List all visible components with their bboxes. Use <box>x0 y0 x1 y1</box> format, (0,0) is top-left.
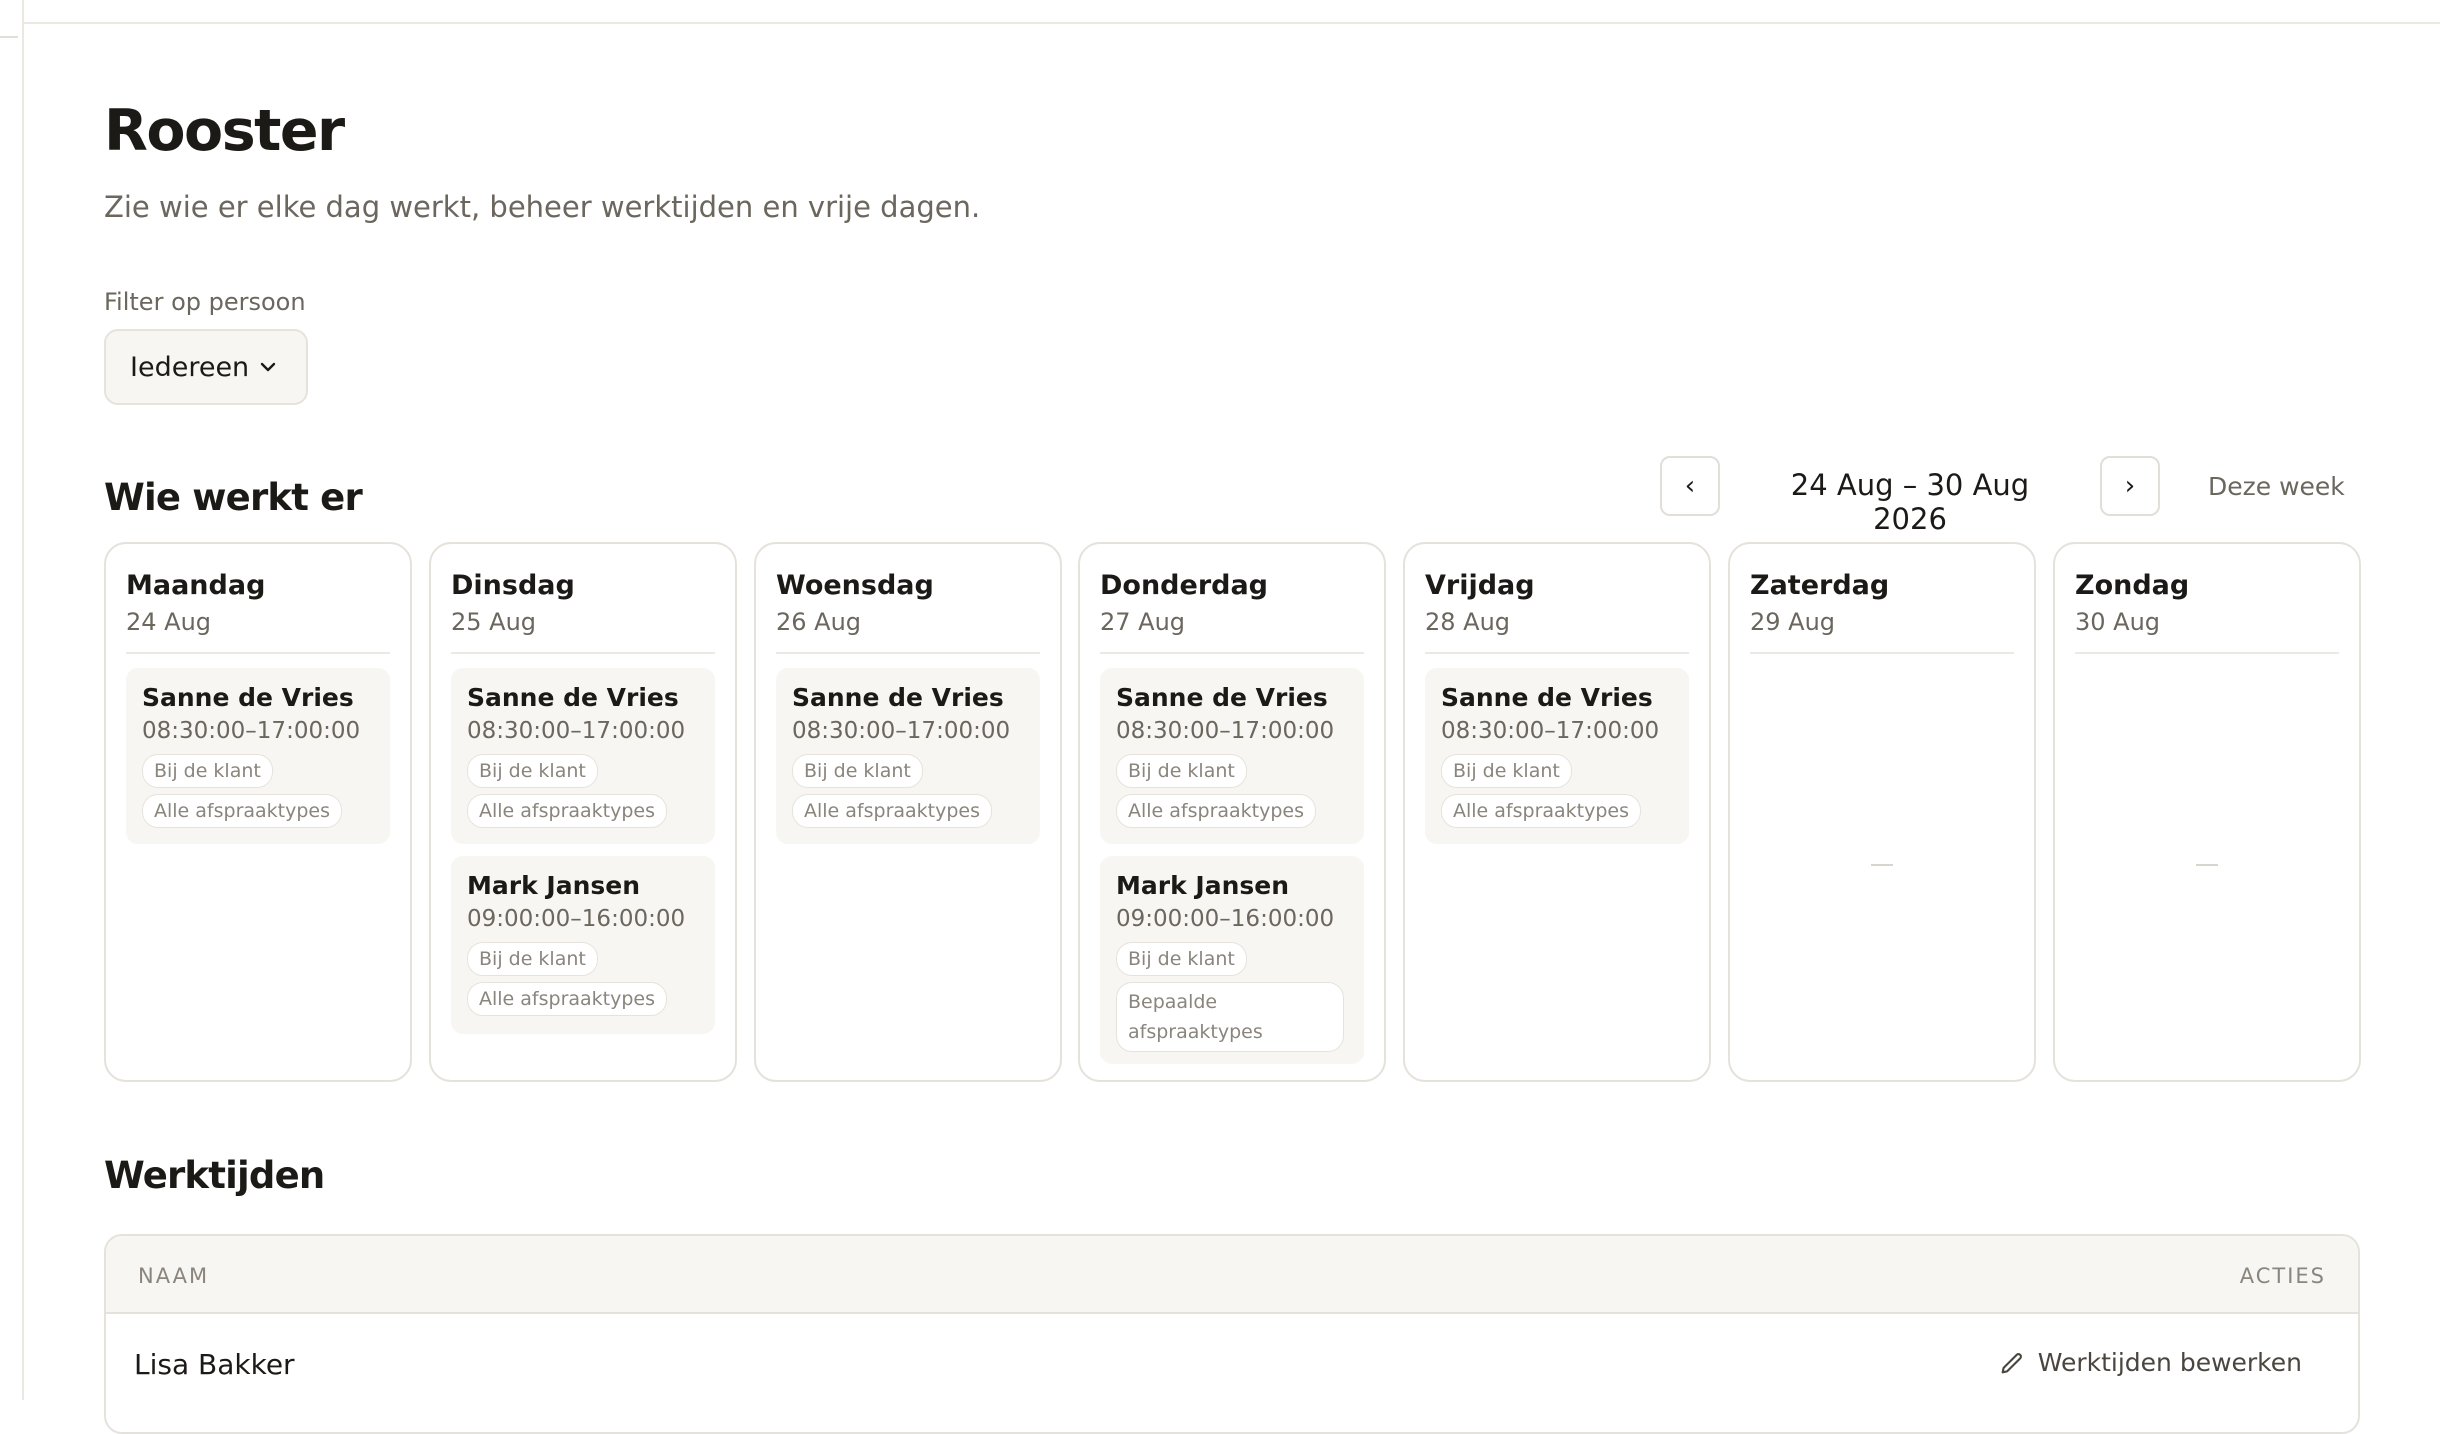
rail-notch <box>0 36 18 38</box>
shift-time: 09:00:00–16:00:00 <box>1116 906 1335 932</box>
left-rail <box>0 0 24 1400</box>
shift-person: Sanne de Vries <box>1441 683 1653 712</box>
shift-time: 08:30:00–17:00:00 <box>1116 718 1335 744</box>
working-hours-title: Werktijden <box>104 1154 325 1197</box>
day-name: Vrijdag <box>1425 570 1535 601</box>
person-name: Lisa Bakker <box>134 1348 295 1381</box>
day-card-wednesday: Woensdag 26 Aug Sanne de Vries 08:30:00–… <box>754 542 1062 1082</box>
day-divider <box>1750 652 2014 654</box>
person-filter-select[interactable]: Iedereen <box>104 329 308 405</box>
location-badge: Bij de klant <box>1441 754 1572 788</box>
day-name: Woensdag <box>776 570 934 601</box>
location-badge: Bij de klant <box>467 754 598 788</box>
table-header: NAAM ACTIES <box>106 1236 2358 1314</box>
shift-time: 08:30:00–17:00:00 <box>142 718 361 744</box>
shift-card[interactable]: Mark Jansen 09:00:00–16:00:00 Bij de kla… <box>1100 856 1364 1064</box>
edit-working-hours-button[interactable]: Werktijden bewerken <box>1998 1348 2302 1377</box>
day-divider <box>2075 652 2339 654</box>
shift-time: 09:00:00–16:00:00 <box>467 906 686 932</box>
location-badge: Bij de klant <box>1116 754 1247 788</box>
shift-card[interactable]: Mark Jansen 09:00:00–16:00:00 Bij de kla… <box>451 856 715 1034</box>
day-card-tuesday: Dinsdag 25 Aug Sanne de Vries 08:30:00–1… <box>429 542 737 1082</box>
day-date: 29 Aug <box>1750 608 1836 636</box>
shift-person: Sanne de Vries <box>792 683 1004 712</box>
day-date: 24 Aug <box>126 608 212 636</box>
day-card-saturday: Zaterdag 29 Aug <box>1728 542 2036 1082</box>
day-name: Maandag <box>126 570 266 601</box>
filter-label: Filter op persoon <box>104 288 306 316</box>
appointment-types-badge: Alle afspraaktypes <box>1441 794 1642 828</box>
working-hours-table: NAAM ACTIES Lisa Bakker Werktijden bewer… <box>104 1234 2360 1434</box>
appointment-types-badge: Alle afspraaktypes <box>792 794 993 828</box>
day-date: 28 Aug <box>1425 608 1511 636</box>
location-badge: Bij de klant <box>1116 942 1247 976</box>
location-badge: Bij de klant <box>142 754 273 788</box>
day-card-friday: Vrijdag 28 Aug Sanne de Vries 08:30:00–1… <box>1403 542 1711 1082</box>
location-badge: Bij de klant <box>467 942 598 976</box>
day-divider <box>1425 652 1689 654</box>
appointment-types-badge: Alle afspraaktypes <box>1116 794 1317 828</box>
shift-person: Mark Jansen <box>467 871 641 900</box>
day-date: 25 Aug <box>451 608 537 636</box>
location-badge: Bij de klant <box>792 754 923 788</box>
top-bar <box>0 0 2440 24</box>
day-name: Zondag <box>2075 570 2190 601</box>
day-date: 30 Aug <box>2075 608 2161 636</box>
shift-card[interactable]: Sanne de Vries 08:30:00–17:00:00 Bij de … <box>776 668 1040 844</box>
day-divider <box>126 652 390 654</box>
shift-person: Sanne de Vries <box>467 683 679 712</box>
shift-card[interactable]: Sanne de Vries 08:30:00–17:00:00 Bij de … <box>1425 668 1689 844</box>
day-name: Dinsdag <box>451 570 575 601</box>
page-subtitle: Zie wie er elke dag werkt, beheer werkti… <box>104 190 981 224</box>
shift-card[interactable]: Sanne de Vries 08:30:00–17:00:00 Bij de … <box>126 668 390 844</box>
schedule-section-title: Wie werkt er <box>104 476 363 519</box>
shift-person: Sanne de Vries <box>1116 683 1328 712</box>
appointment-types-badge: Bepaalde afspraaktypes <box>1116 982 1344 1052</box>
day-date: 27 Aug <box>1100 608 1186 636</box>
previous-week-button[interactable]: ‹ <box>1660 456 1720 516</box>
chevron-down-icon <box>260 362 276 372</box>
shift-person: Sanne de Vries <box>142 683 354 712</box>
column-header-actions: ACTIES <box>2239 1264 2326 1288</box>
week-range-label: 24 Aug – 30 Aug 2026 <box>1790 468 2030 536</box>
shift-time: 08:30:00–17:00:00 <box>467 718 686 744</box>
empty-day-dash <box>1871 864 1893 866</box>
day-card-thursday: Donderdag 27 Aug Sanne de Vries 08:30:00… <box>1078 542 1386 1082</box>
pencil-icon <box>2001 1352 2022 1373</box>
main-content: Rooster Zie wie er elke dag werkt, behee… <box>104 24 2361 1434</box>
shift-time: 08:30:00–17:00:00 <box>1441 718 1660 744</box>
day-divider <box>776 652 1040 654</box>
day-card-sunday: Zondag 30 Aug <box>2053 542 2361 1082</box>
day-name: Zaterdag <box>1750 570 1890 601</box>
shift-person: Mark Jansen <box>1116 871 1290 900</box>
appointment-types-badge: Alle afspraaktypes <box>467 982 668 1016</box>
day-divider <box>451 652 715 654</box>
column-header-name: NAAM <box>138 1264 210 1288</box>
shift-time: 08:30:00–17:00:00 <box>792 718 1011 744</box>
day-card-monday: Maandag 24 Aug Sanne de Vries 08:30:00–1… <box>104 542 412 1082</box>
appointment-types-badge: Alle afspraaktypes <box>467 794 668 828</box>
day-name: Donderdag <box>1100 570 1269 601</box>
shift-card[interactable]: Sanne de Vries 08:30:00–17:00:00 Bij de … <box>1100 668 1364 844</box>
shift-card[interactable]: Sanne de Vries 08:30:00–17:00:00 Bij de … <box>451 668 715 844</box>
appointment-types-badge: Alle afspraaktypes <box>142 794 343 828</box>
day-divider <box>1100 652 1364 654</box>
this-week-button[interactable]: Deze week <box>2208 472 2345 501</box>
empty-day-dash <box>2196 864 2218 866</box>
next-week-button[interactable]: › <box>2100 456 2160 516</box>
person-filter-value: Iedereen <box>130 351 250 383</box>
week-days: Maandag 24 Aug Sanne de Vries 08:30:00–1… <box>104 542 2361 1082</box>
day-date: 26 Aug <box>776 608 862 636</box>
edit-working-hours-label: Werktijden bewerken <box>2037 1348 2302 1377</box>
page-title: Rooster <box>104 98 345 164</box>
